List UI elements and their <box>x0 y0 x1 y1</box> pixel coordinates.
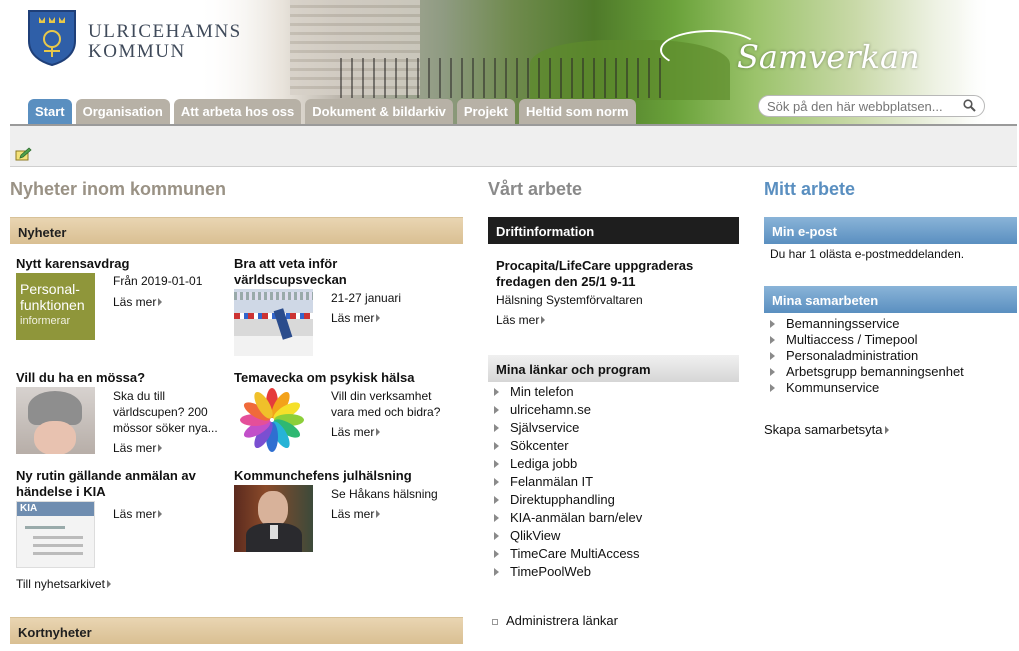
news-thumbnail-beanie[interactable] <box>16 387 95 454</box>
news-item-summary: Ska du till världscupen? 200 mössor söke… <box>113 389 218 435</box>
brand-line-2: KOMMUN <box>88 41 186 62</box>
banner-samverkan-text: Samverkan <box>737 38 920 76</box>
news-thumbnail-portrait[interactable] <box>234 485 313 552</box>
news-item-summary: Från 2019-01-01 <box>113 274 203 288</box>
news-item-summary: Se Håkans hälsning <box>331 487 438 501</box>
create-collaboration-link[interactable]: Skapa samarbetsyta <box>764 422 889 437</box>
edit-page-icon[interactable] <box>15 146 32 161</box>
collab-bemanningsservice[interactable]: Bemanningsservice <box>764 316 1017 332</box>
my-email-header: Min e-post <box>764 217 1017 244</box>
link-direktupphandling[interactable]: Direktupphandling <box>488 491 739 509</box>
read-more-link[interactable]: Läs mer <box>331 425 380 439</box>
link-ulricehamn-se[interactable]: ulricehamn.se <box>488 401 739 419</box>
operational-info-text: Hälsning Systemförvaltaren <box>496 293 643 307</box>
tab-organisation[interactable]: Organisation <box>75 99 170 124</box>
my-work-column-title: Mitt arbete <box>764 179 856 199</box>
news-thumbnail-personalfunktionen[interactable]: Personal- funktionen informerar <box>16 273 95 340</box>
news-item-title[interactable]: Vill du ha en mössa? <box>16 370 145 386</box>
email-status-text[interactable]: Du har 1 olästa e-postmeddelanden. <box>770 246 964 262</box>
link-sokcenter[interactable]: Sökcenter <box>488 437 739 455</box>
collab-kommunservice[interactable]: Kommunservice <box>764 380 1017 396</box>
admin-links-icon <box>492 619 498 625</box>
my-links-header: Mina länkar och program <box>488 355 739 382</box>
news-item-summary: Vill din verksamhet vara med och bidra? <box>331 389 441 419</box>
read-more-link[interactable]: Läs mer <box>331 311 380 325</box>
link-min-telefon[interactable]: Min telefon <box>488 383 739 401</box>
read-more-link[interactable]: Läs mer <box>113 295 162 309</box>
operational-info-header: Driftinformation <box>488 217 739 244</box>
link-timecare-multiaccess[interactable]: TimeCare MultiAccess <box>488 545 739 563</box>
site-header: Samverkan ULRICEHAMNS KOMMUN Start Organ… <box>10 0 1017 124</box>
news-item-title[interactable]: Ny rutin gällande anmälan av händelse i … <box>16 468 216 500</box>
tab-start[interactable]: Start <box>28 99 72 124</box>
short-news-header: Kortnyheter <box>10 617 463 644</box>
main-navigation: Start Organisation Att arbeta hos oss Do… <box>28 99 636 124</box>
tab-heltid-som-norm[interactable]: Heltid som norm <box>518 99 636 124</box>
news-item-title[interactable]: Nytt karensavdrag <box>16 256 129 272</box>
news-item-title[interactable]: Bra att veta inför världscupsveckan <box>234 256 394 288</box>
operational-info-read-more[interactable]: Läs mer <box>496 313 545 327</box>
my-collaborations-header: Mina samarbeten <box>764 286 1017 313</box>
news-thumbnail-skiing[interactable] <box>234 289 313 356</box>
collab-personaladministration[interactable]: Personaladministration <box>764 348 1017 364</box>
search-input[interactable] <box>767 98 957 114</box>
link-timepoolweb[interactable]: TimePoolWeb <box>488 563 739 581</box>
news-item-title[interactable]: Kommunchefens julhälsning <box>234 468 412 484</box>
collab-multiaccess-timepool[interactable]: Multiaccess / Timepool <box>764 332 1017 348</box>
news-thumbnail-colorful-flower[interactable] <box>234 386 313 453</box>
brand-name[interactable]: ULRICEHAMNS KOMMUN <box>88 22 242 62</box>
admin-links-link[interactable]: Administrera länkar <box>506 613 618 629</box>
search-icon[interactable] <box>963 99 976 112</box>
my-links-list: Min telefon ulricehamn.se Självservice S… <box>488 383 739 581</box>
news-item-title[interactable]: Temavecka om psykisk hälsa <box>234 370 414 386</box>
news-item-summary: 21-27 januari <box>331 291 402 305</box>
link-felanmalan-it[interactable]: Felanmälan IT <box>488 473 739 491</box>
news-archive-link[interactable]: Till nyhetsarkivet <box>16 577 111 591</box>
collaborations-list: Bemanningsservice Multiaccess / Timepool… <box>764 316 1017 396</box>
read-more-link[interactable]: Läs mer <box>113 507 162 521</box>
brand-line-1: ULRICEHAMNS <box>88 21 242 42</box>
tab-dokument-bildarkiv[interactable]: Dokument & bildarkiv <box>305 99 453 124</box>
read-more-link[interactable]: Läs mer <box>331 507 380 521</box>
read-more-link[interactable]: Läs mer <box>113 441 162 455</box>
page-toolbar <box>10 124 1017 167</box>
operational-info-title[interactable]: Procapita/LifeCare uppgraderas fredagen … <box>496 258 726 290</box>
search-box <box>758 95 985 117</box>
news-thumbnail-kia[interactable]: KIA <box>16 501 95 568</box>
tab-att-arbeta-hos-oss[interactable]: Att arbeta hos oss <box>173 99 302 124</box>
link-sjalvservice[interactable]: Självservice <box>488 419 739 437</box>
our-work-column-title: Vårt arbete <box>488 179 583 199</box>
municipality-coat-of-arms-logo[interactable] <box>26 7 78 67</box>
tab-projekt[interactable]: Projekt <box>456 99 515 124</box>
link-kia-anmalan[interactable]: KIA-anmälan barn/elev <box>488 509 739 527</box>
link-qlikview[interactable]: QlikView <box>488 527 739 545</box>
collab-arbetsgrupp-bemanningsenhet[interactable]: Arbetsgrupp bemanningsenhet <box>764 364 1017 380</box>
news-section-header: Nyheter <box>10 217 463 244</box>
news-column-title: Nyheter inom kommunen <box>10 179 227 199</box>
link-lediga-jobb[interactable]: Lediga jobb <box>488 455 739 473</box>
